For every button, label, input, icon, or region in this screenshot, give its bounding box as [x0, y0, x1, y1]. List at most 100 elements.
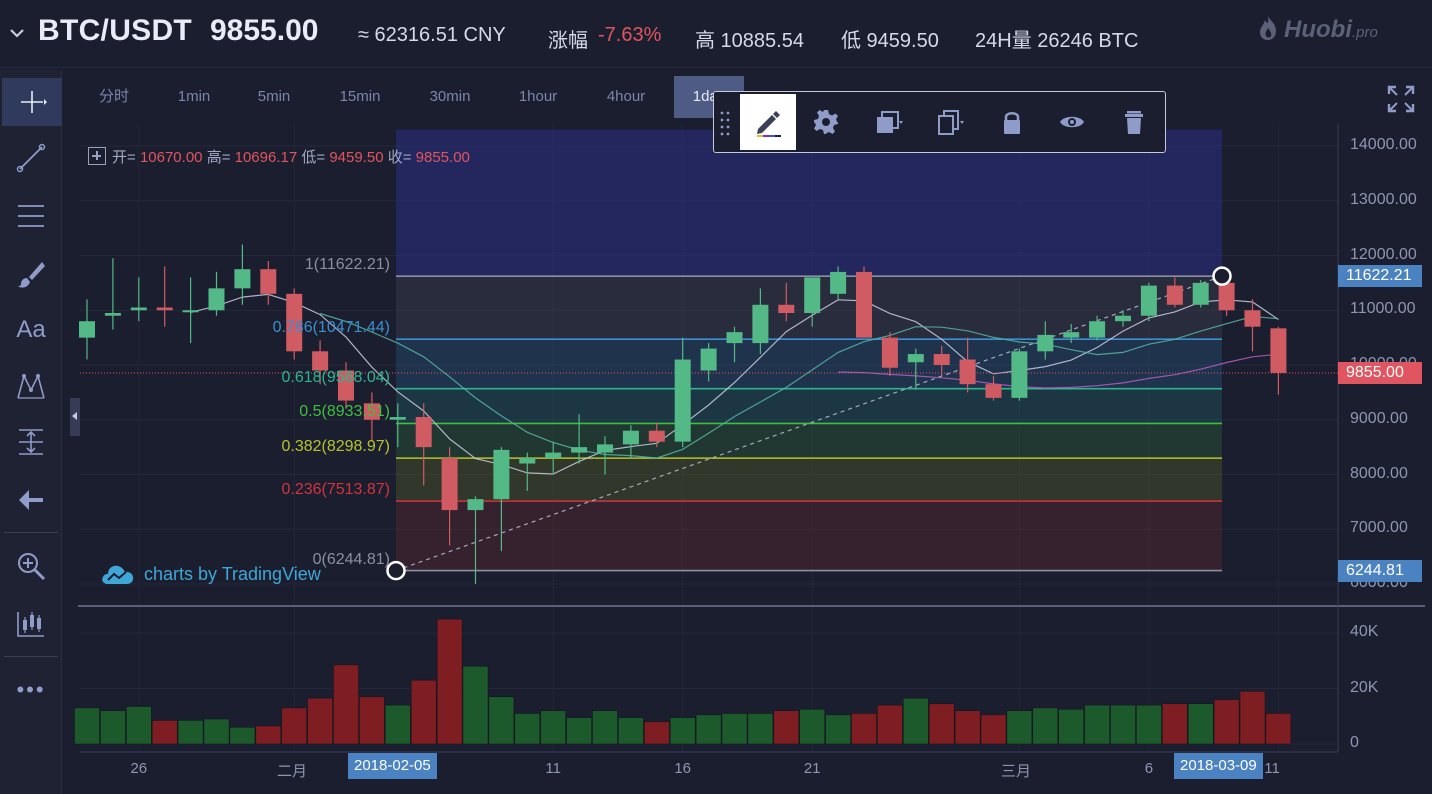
price-axis-badge: 9855.00: [1338, 361, 1422, 384]
drawing-properties-toolbar: [713, 91, 1166, 153]
candle-body: [804, 277, 821, 313]
volume-bar: [799, 709, 825, 745]
settings-button[interactable]: [798, 92, 854, 152]
fib-level-label: 0.618(9568.04): [281, 368, 390, 386]
copy-icon: [938, 110, 964, 135]
candle-body: [1063, 332, 1080, 338]
volume-bar: [695, 714, 722, 745]
price-axis-tick: 8000.00: [1350, 464, 1408, 482]
candle-body: [467, 499, 484, 511]
fib-anchor-handle: [1212, 266, 1232, 286]
volume-bar: [74, 707, 100, 745]
volume-bar: [980, 714, 1007, 745]
watermark-text: charts by TradingView: [144, 564, 321, 584]
candle-body: [1244, 310, 1261, 327]
volume-bar: [1110, 704, 1136, 745]
visual-order-button[interactable]: [860, 92, 916, 152]
candle-body: [985, 384, 1002, 398]
volume-bar: [1058, 709, 1084, 745]
volume-bar: [462, 666, 489, 745]
fib-level-label: 0.382(8298.97): [281, 438, 390, 456]
volume-axis-tick: 20K: [1350, 678, 1379, 696]
fib-zone: [396, 423, 1222, 459]
time-axis-tick: 11: [545, 760, 561, 777]
volume-bar: [825, 714, 851, 745]
visibility-button[interactable]: [1044, 92, 1100, 152]
volume-bar: [333, 664, 359, 745]
layer-icon: [877, 111, 903, 133]
tradingview-watermark[interactable]: charts by TradingView: [100, 562, 321, 586]
volume-bar: [177, 720, 204, 745]
close-label: 收=: [387, 149, 412, 166]
volume-bar: [281, 707, 307, 745]
fib-zone: [396, 458, 1222, 502]
volume-bar: [1006, 710, 1033, 745]
volume-bar: [229, 727, 256, 745]
candle-body: [156, 307, 173, 311]
fib-level-label: 0.236(7513.87): [281, 481, 390, 499]
candle-body: [415, 417, 432, 448]
volume-bar: [203, 718, 230, 745]
price-axis-tick: 13000.00: [1350, 190, 1417, 208]
candle-body: [79, 321, 95, 338]
fib-zone: [396, 501, 1222, 571]
volume-bar: [1084, 704, 1110, 745]
lock-button[interactable]: [984, 92, 1040, 152]
candle-body: [1192, 282, 1209, 305]
candle-body: [622, 430, 639, 445]
candle-body: [700, 348, 717, 371]
volume-bar: [566, 717, 592, 745]
price-axis-tick: 12000.00: [1350, 245, 1417, 263]
volume-bar: [151, 720, 178, 745]
candle-body: [1011, 351, 1028, 398]
fib-level-label: 1(11622.21): [304, 256, 390, 274]
volume-bar: [592, 710, 618, 745]
drag-handle-icon[interactable]: [720, 110, 730, 136]
candle-body: [881, 337, 898, 368]
time-axis-tick: 二月: [276, 763, 308, 780]
volume-bar: [514, 713, 541, 745]
volume-bar: [747, 713, 774, 745]
high-value: 10696.17: [234, 149, 298, 166]
candle-body: [493, 449, 510, 500]
volume-bar: [1032, 707, 1059, 745]
high-label: 高=: [206, 149, 231, 166]
time-axis-tick: 6: [1144, 760, 1154, 777]
candle-body: [674, 359, 691, 442]
volume-bar: [903, 697, 929, 745]
price-axis-badge: 6244.81: [1338, 559, 1422, 582]
volume-bar: [385, 704, 411, 745]
volume-bar: [928, 703, 955, 745]
candle-body: [752, 304, 769, 344]
volume-bar: [1239, 691, 1266, 745]
volume-bar: [540, 710, 566, 745]
volume-bar: [721, 713, 748, 745]
volume-bar: [410, 679, 437, 745]
fib-anchor-handle: [386, 560, 406, 581]
candle-body: [933, 354, 950, 365]
clone-button[interactable]: [922, 92, 978, 152]
candle-body: [1270, 328, 1287, 373]
open-label: 开=: [112, 149, 136, 166]
price-axis-tick: 11000.00: [1350, 300, 1416, 318]
time-axis-badge: 2018-03-09: [1174, 753, 1263, 779]
gear-icon: [814, 110, 838, 134]
time-axis-tick: 三月: [1000, 763, 1032, 780]
close-value: 9855.00: [415, 149, 470, 166]
expand-legend-icon[interactable]: [88, 147, 106, 165]
low-value: 9459.50: [329, 149, 384, 166]
low-label: 低=: [301, 149, 326, 166]
volume-bar: [1265, 713, 1292, 745]
line-color-button[interactable]: [740, 94, 796, 150]
candle-body: [441, 458, 458, 511]
eye-icon: [1060, 116, 1084, 128]
delete-button[interactable]: [1106, 92, 1162, 152]
volume-bar: [773, 710, 800, 745]
pencil-icon: [757, 111, 781, 137]
candle-body: [104, 312, 121, 316]
open-value: 10670.00: [139, 149, 203, 166]
volume-bar: [644, 721, 670, 745]
candle-body: [907, 354, 924, 363]
price-axis-tick: 7000.00: [1350, 519, 1408, 537]
volume-axis-tick: 0: [1350, 734, 1359, 751]
